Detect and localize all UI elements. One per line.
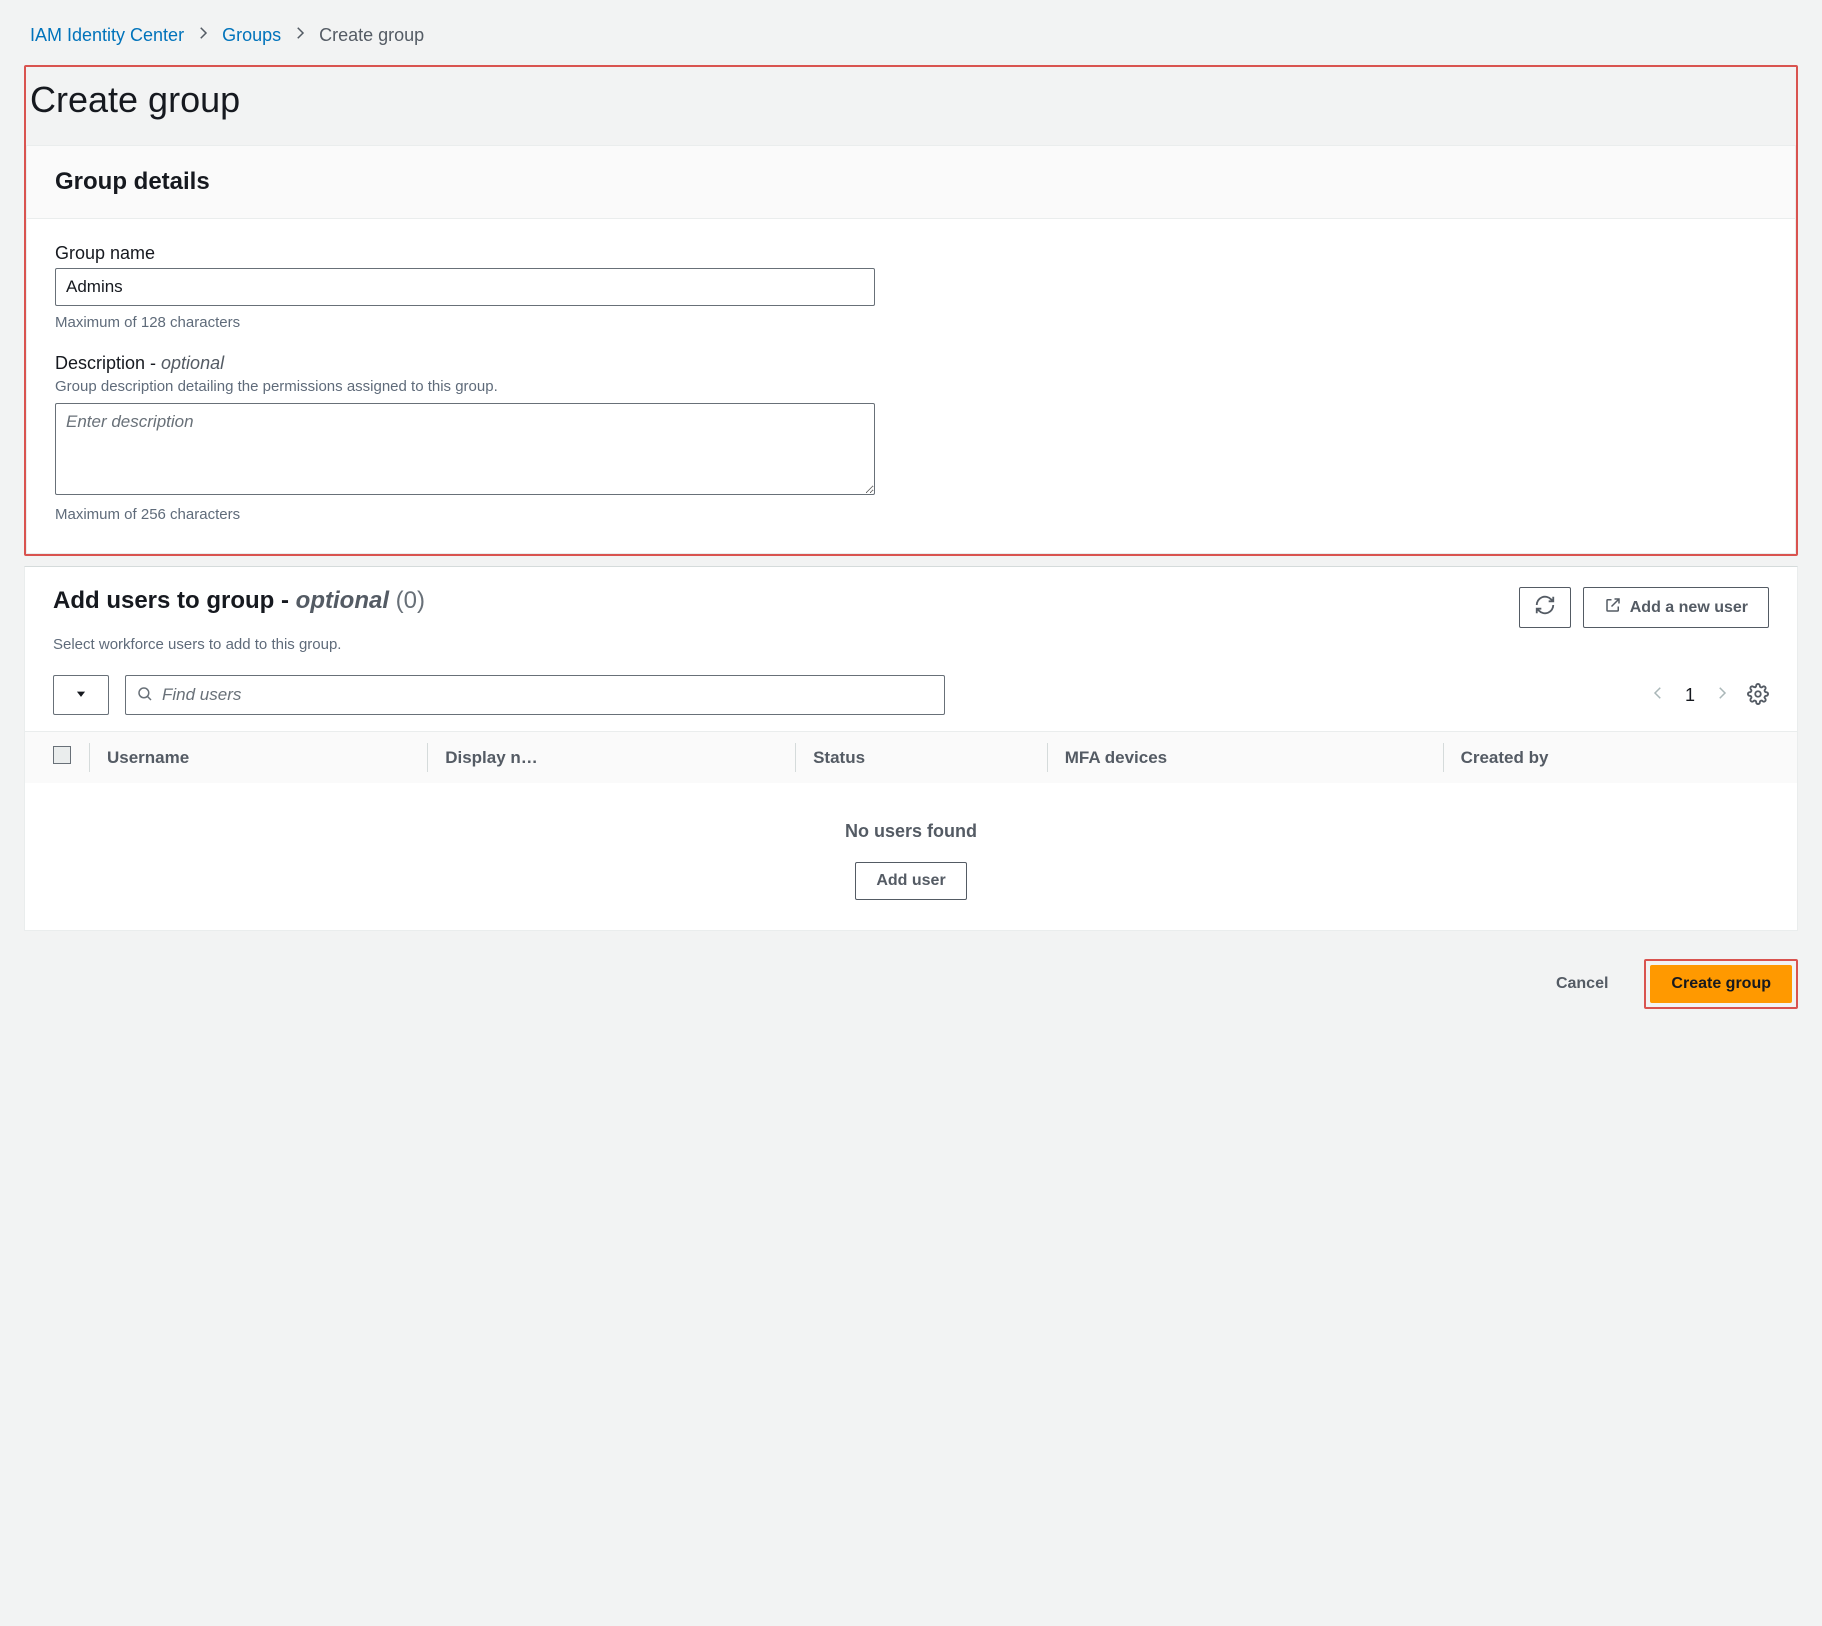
group-details-title: Group details: [55, 168, 1767, 196]
search-input[interactable]: [154, 679, 934, 711]
add-users-panel: Add users to group - optional (0) Add a …: [24, 566, 1798, 931]
pagination: 1: [1649, 684, 1731, 707]
cancel-button[interactable]: Cancel: [1536, 965, 1628, 1003]
caret-down-icon: [74, 687, 88, 704]
breadcrumb-link-iam-identity-center[interactable]: IAM Identity Center: [30, 25, 184, 46]
group-details-panel: Group details Group name Maximum of 128 …: [26, 145, 1796, 554]
add-users-subtitle: Select workforce users to add to this gr…: [25, 636, 1797, 667]
refresh-button[interactable]: [1519, 587, 1571, 628]
create-group-button[interactable]: Create group: [1650, 965, 1792, 1003]
gear-icon: [1747, 683, 1769, 708]
col-display-name[interactable]: Display n…: [427, 732, 795, 783]
highlighted-create-group-section: Create group Group details Group name Ma…: [24, 65, 1798, 556]
description-label: Description - optional: [55, 353, 1767, 374]
search-icon: [136, 685, 154, 706]
select-all-checkbox[interactable]: [53, 746, 71, 764]
users-count: (0): [396, 587, 425, 614]
page-prev-button[interactable]: [1649, 684, 1667, 707]
page-next-button[interactable]: [1713, 684, 1731, 707]
description-input[interactable]: [55, 403, 875, 495]
add-users-title: Add users to group - optional (0): [53, 587, 425, 614]
page-number: 1: [1679, 685, 1701, 706]
breadcrumb-link-groups[interactable]: Groups: [222, 25, 281, 46]
page-title: Create group: [30, 79, 1792, 121]
refresh-icon: [1534, 594, 1556, 621]
search-wrap: [125, 675, 945, 715]
group-name-input[interactable]: [55, 268, 875, 306]
users-table: Username Display n… Status MFA devices C…: [25, 732, 1797, 930]
col-created-by[interactable]: Created by: [1443, 732, 1797, 783]
add-user-button[interactable]: Add user: [855, 862, 966, 900]
description-hint: Maximum of 256 characters: [55, 506, 1767, 523]
settings-button[interactable]: [1747, 683, 1769, 708]
description-help: Group description detailing the permissi…: [55, 378, 1767, 395]
group-name-hint: Maximum of 128 characters: [55, 314, 1767, 331]
chevron-right-icon: [194, 24, 212, 47]
col-mfa-devices[interactable]: MFA devices: [1047, 732, 1443, 783]
footer-actions: Cancel Create group: [24, 959, 1798, 1009]
breadcrumb-current: Create group: [319, 25, 424, 46]
col-username[interactable]: Username: [89, 732, 427, 783]
col-status[interactable]: Status: [795, 732, 1047, 783]
breadcrumb: IAM Identity Center Groups Create group: [30, 24, 1798, 47]
empty-state: No users found Add user: [25, 783, 1797, 930]
external-link-icon: [1604, 596, 1622, 619]
group-name-label: Group name: [55, 243, 1767, 264]
add-new-user-label: Add a new user: [1630, 599, 1748, 617]
filter-dropdown[interactable]: [53, 675, 109, 715]
add-new-user-button[interactable]: Add a new user: [1583, 587, 1769, 628]
empty-message: No users found: [25, 821, 1797, 842]
chevron-right-icon: [291, 24, 309, 47]
